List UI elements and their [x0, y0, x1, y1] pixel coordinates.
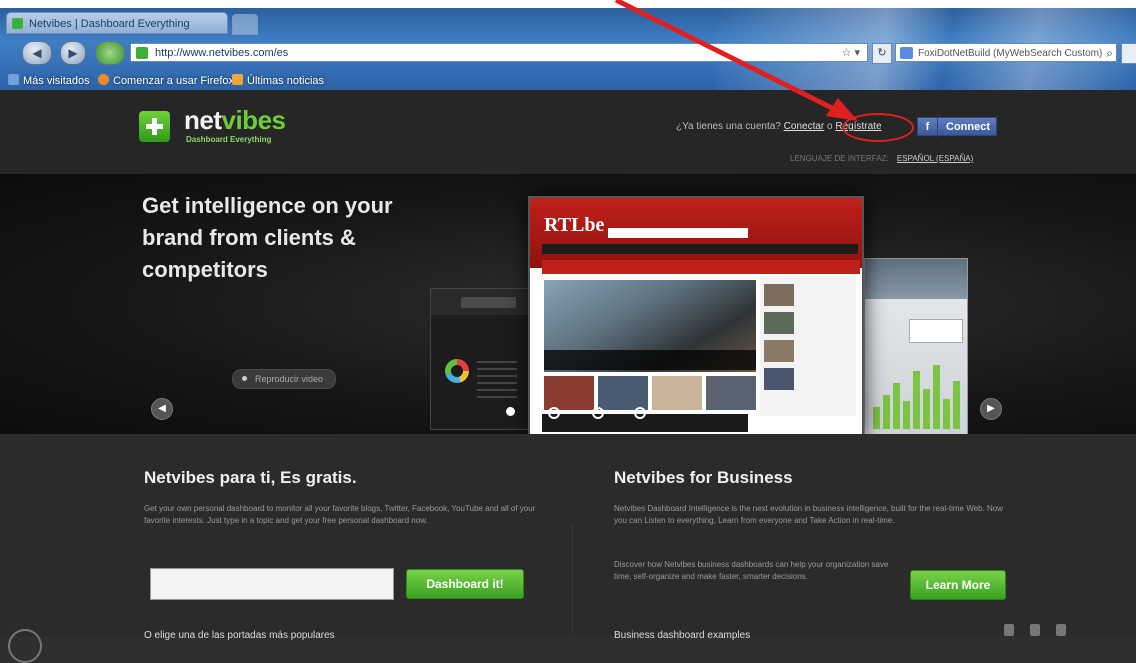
bar-chart-thumbnail	[871, 359, 963, 429]
business-description: Netvibes Dashboard Intelligence is the n…	[614, 504, 1003, 525]
bookmark-label: Últimas noticias	[247, 75, 325, 87]
personal-title: Netvibes para ti, Es gratis.	[144, 468, 357, 487]
example-icon[interactable]	[1030, 624, 1040, 636]
decorative-circle-icon	[8, 629, 42, 663]
list-thumbnail	[477, 361, 517, 401]
signup-section: Netvibes para ti, Es gratis. Get your ow…	[0, 434, 1136, 663]
logo-tagline: Dashboard Everything	[186, 135, 272, 144]
carousel-dot-1[interactable]	[506, 407, 515, 416]
forward-button[interactable]: ▶	[60, 41, 86, 65]
business-description-2: Discover how Netvibes business dashboard…	[614, 560, 889, 581]
rtl-footer	[542, 414, 748, 432]
bookmark-most-visited[interactable]: Más visitados	[8, 72, 90, 90]
rtl-nav-bar	[542, 244, 858, 254]
netvibes-favicon-icon	[12, 18, 23, 29]
rtl-thumbnails	[544, 376, 756, 410]
example-icon[interactable]	[1056, 624, 1066, 636]
rtl-logo: RTLbe	[544, 214, 605, 236]
hero-headline: Get intelligence on your brand from clie…	[142, 193, 393, 282]
overflow-button[interactable]	[1121, 43, 1136, 64]
rtl-search-box	[608, 228, 748, 238]
bookmark-label: Comenzar a usar Firefox	[113, 75, 235, 87]
rtl-tabs	[542, 260, 860, 274]
search-engine-icon[interactable]	[900, 47, 913, 59]
logo-vibes-text: vibes	[221, 105, 287, 135]
browser-chrome: Netvibes | Dashboard Everything ◀ ▶ http…	[0, 8, 1136, 90]
reload-icon: ↻	[877, 47, 887, 59]
screenshot-widget	[909, 319, 963, 343]
play-video-label: Reproducir video	[255, 374, 324, 384]
carousel-next-button[interactable]: ▶	[980, 398, 1002, 420]
personal-description: Get your own personal dashboard to monit…	[144, 504, 536, 525]
or-separator: o	[827, 121, 833, 132]
rtl-sidebar	[760, 276, 856, 416]
search-box-placeholder: FoxiDotNetBuild (MyWebSearch Custom)	[918, 48, 1103, 59]
screenshot-logo	[461, 297, 516, 308]
tab-title: Netvibes | Dashboard Everything	[29, 18, 190, 30]
bookmarks-toolbar: Más visitados Comenzar a usar Firefox Úl…	[0, 72, 1136, 90]
rtl-dashboard-screenshot: RTLbe	[528, 196, 864, 434]
example-icon[interactable]	[1004, 624, 1014, 636]
topic-input[interactable]	[150, 568, 394, 600]
search-icon[interactable]: ⌕	[1106, 44, 1113, 61]
carousel-dot-4[interactable]	[634, 407, 646, 419]
logo-net-text: net	[184, 105, 222, 135]
search-box[interactable]: FoxiDotNetBuild (MyWebSearch Custom) ⌕	[895, 43, 1117, 62]
screenshot-banner	[865, 259, 967, 299]
rss-feed-icon	[232, 74, 243, 85]
new-tab-button[interactable]	[232, 14, 258, 35]
annotation-strip	[0, 0, 1136, 8]
back-button[interactable]: ◀	[22, 41, 52, 65]
business-title: Netvibes for Business	[614, 468, 793, 487]
login-link[interactable]: Conectar	[784, 121, 825, 132]
annotation-circle	[842, 113, 914, 142]
site-identity-icon	[136, 47, 148, 59]
firefox-icon	[98, 74, 109, 85]
bookmark-page-icon	[8, 74, 19, 85]
example-icons	[1004, 624, 1074, 636]
back-arrow-icon: ◀	[32, 46, 42, 60]
home-button[interactable]	[95, 41, 125, 65]
learn-more-button[interactable]: Learn More	[910, 570, 1006, 600]
site-header: netvibes Dashboard Everything ¿Ya tienes…	[0, 90, 1136, 174]
chevron-left-icon: ◀	[158, 403, 166, 414]
language-link[interactable]: ESPAÑOL (ESPAÑA)	[897, 154, 973, 163]
chevron-right-icon: ▶	[987, 403, 995, 414]
column-divider	[572, 524, 573, 634]
bookmark-getting-started[interactable]: Comenzar a usar Firefox	[98, 72, 234, 90]
browser-tab[interactable]: Netvibes | Dashboard Everything	[6, 12, 228, 34]
facebook-icon: f	[918, 118, 938, 137]
play-video-button[interactable]: Reproducir video	[232, 369, 337, 389]
hero-carousel: Get intelligence on your brand from clie…	[0, 174, 1136, 434]
donut-chart-thumbnail	[445, 359, 469, 383]
bookmark-label: Más visitados	[23, 75, 90, 87]
carousel-dot-3[interactable]	[592, 407, 604, 419]
netvibes-logo-icon[interactable]	[139, 111, 170, 142]
account-question: ¿Ya tienes una cuenta?	[676, 121, 781, 132]
dashboard-screenshot-right	[864, 258, 968, 434]
facebook-connect-button[interactable]: f Connect	[917, 117, 997, 137]
dashboard-it-button[interactable]: Dashboard it!	[406, 569, 524, 599]
address-bar[interactable]: http://www.netvibes.com/es ☆▾	[130, 43, 868, 62]
carousel-dot-2[interactable]	[548, 407, 560, 419]
reload-button[interactable]: ↻	[872, 43, 892, 64]
netvibes-logo[interactable]: netvibes	[184, 105, 286, 136]
language-label: LENGUAJE DE INTERFAZ:	[790, 154, 889, 163]
facebook-connect-label: Connect	[946, 121, 990, 133]
carousel-prev-button[interactable]: ◀	[151, 398, 173, 420]
forward-arrow-icon: ▶	[68, 46, 78, 60]
bookmark-star-icon[interactable]: ☆▾	[842, 44, 863, 63]
dashboard-screenshot-left	[430, 288, 530, 430]
address-bar-url: http://www.netvibes.com/es	[155, 47, 289, 59]
bookmark-latest-news[interactable]: Últimas noticias	[232, 72, 324, 90]
rtl-photo-caption	[544, 350, 756, 370]
language-selector: LENGUAJE DE INTERFAZ: ESPAÑOL (ESPAÑA)	[790, 154, 973, 163]
